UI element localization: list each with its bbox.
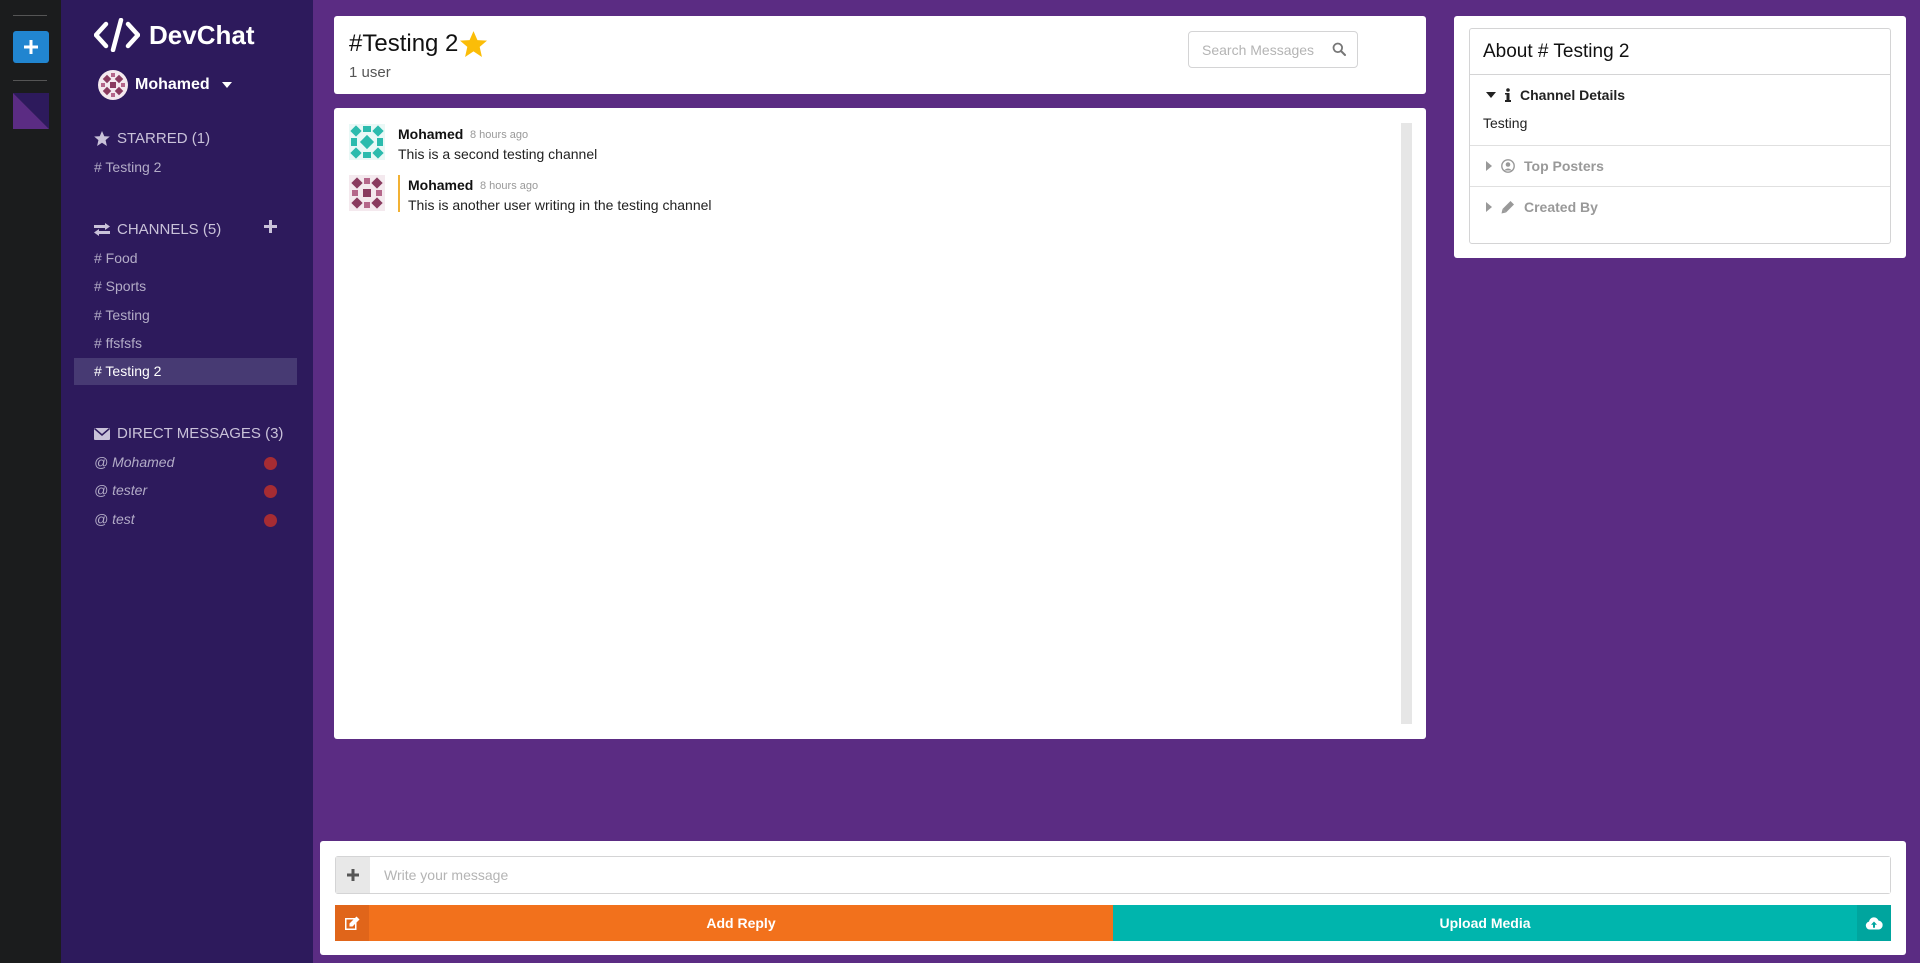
attach-button[interactable] bbox=[336, 857, 370, 893]
direct-messages-header: DIRECT MESSAGES (3) bbox=[94, 425, 283, 442]
messages-scrollbar[interactable] bbox=[1401, 123, 1412, 724]
message-author: Mohamed bbox=[408, 177, 474, 193]
about-title: About # Testing 2 bbox=[1470, 29, 1890, 75]
accordion-label: Channel Details bbox=[1520, 87, 1626, 103]
rail-divider bbox=[13, 80, 47, 81]
channel-details-content: Testing bbox=[1483, 115, 1528, 131]
own-message-marker bbox=[398, 175, 400, 212]
color-rail bbox=[0, 0, 61, 963]
caret-right-icon bbox=[1486, 202, 1492, 212]
search-box bbox=[1188, 31, 1358, 68]
starred-header: STARRED (1) bbox=[94, 130, 210, 147]
add-reply-label: Add Reply bbox=[706, 915, 776, 931]
message-author: Mohamed bbox=[398, 126, 464, 142]
starred-item-testing-2[interactable]: # Testing 2 bbox=[74, 154, 297, 181]
message-time: 8 hours ago bbox=[480, 180, 539, 192]
channels-label: CHANNELS (5) bbox=[117, 221, 222, 238]
edit-icon bbox=[344, 916, 359, 930]
channel-item-testing-2[interactable]: # Testing 2 bbox=[74, 358, 297, 385]
star-icon[interactable] bbox=[460, 31, 488, 57]
channel-item-sports[interactable]: # Sports bbox=[74, 273, 297, 300]
caret-down-icon bbox=[221, 82, 232, 88]
search-icon[interactable] bbox=[1332, 42, 1346, 56]
upload-media-label: Upload Media bbox=[1439, 915, 1531, 931]
composer-input-group bbox=[335, 856, 1891, 894]
code-icon bbox=[94, 18, 140, 52]
accordion-top-posters[interactable]: Top Posters bbox=[1470, 146, 1890, 187]
rail-divider bbox=[13, 15, 47, 16]
cloud-upload-icon bbox=[1865, 916, 1883, 929]
add-reply-button[interactable]: Add Reply bbox=[335, 905, 1113, 941]
about-accordion: About # Testing 2 Channel Details Testin… bbox=[1469, 28, 1891, 244]
search-input[interactable] bbox=[1189, 32, 1319, 67]
upload-media-button[interactable]: Upload Media bbox=[1113, 905, 1891, 941]
info-icon bbox=[1505, 88, 1511, 102]
plus-icon bbox=[24, 40, 38, 54]
brand: DevChat bbox=[94, 18, 254, 52]
dm-item-mohamed[interactable]: @ Mohamed bbox=[74, 449, 297, 476]
identicon-avatar bbox=[349, 175, 385, 211]
add-color-button[interactable] bbox=[13, 31, 49, 63]
channels-header: CHANNELS (5) bbox=[94, 221, 221, 238]
dm-item-test[interactable]: @ test bbox=[74, 506, 297, 533]
plus-icon bbox=[264, 220, 277, 233]
channel-item-ffsfsfs[interactable]: # ffsfsfs bbox=[74, 330, 297, 357]
channel-header: #Testing 2 1 user bbox=[334, 16, 1426, 94]
user-count: 1 user bbox=[349, 64, 391, 81]
message-input[interactable] bbox=[370, 857, 1890, 893]
color-swatch[interactable] bbox=[13, 93, 49, 129]
identicon-avatar bbox=[349, 124, 385, 160]
add-channel-button[interactable] bbox=[264, 220, 277, 238]
sidebar: DevChat Mohamed STARRED (1) # Testing 2 bbox=[61, 0, 313, 963]
user-menu[interactable]: Mohamed bbox=[98, 70, 232, 100]
channel-item-testing[interactable]: # Testing bbox=[74, 302, 297, 329]
user-circle-icon bbox=[1501, 159, 1515, 173]
envelope-icon bbox=[94, 427, 110, 440]
direct-messages-label: DIRECT MESSAGES (3) bbox=[117, 425, 284, 442]
pencil-icon bbox=[1501, 201, 1514, 214]
status-dot bbox=[264, 485, 277, 498]
message-text: This is another user writing in the test… bbox=[408, 197, 712, 213]
channel-about-panel: About # Testing 2 Channel Details Testin… bbox=[1454, 16, 1906, 258]
star-icon bbox=[94, 131, 110, 146]
plus-icon bbox=[347, 869, 359, 881]
exchange-icon bbox=[94, 223, 110, 236]
accordion-label: Created By bbox=[1524, 199, 1598, 215]
message-time: 8 hours ago bbox=[470, 129, 529, 141]
status-dot bbox=[264, 514, 277, 527]
messages-panel: Mohamed 8 hours ago This is a second tes… bbox=[334, 108, 1426, 739]
status-dot bbox=[264, 457, 277, 470]
identicon-avatar bbox=[98, 70, 128, 100]
starred-label: STARRED (1) bbox=[117, 130, 211, 147]
channel-item-food[interactable]: # Food bbox=[74, 245, 297, 272]
channel-title-text: #Testing 2 bbox=[349, 30, 459, 57]
caret-right-icon bbox=[1486, 161, 1492, 171]
caret-down-icon bbox=[1486, 92, 1496, 98]
channel-title: #Testing 2 bbox=[349, 30, 488, 58]
accordion-label: Top Posters bbox=[1524, 158, 1604, 174]
user-name: Mohamed bbox=[135, 76, 210, 93]
accordion-created-by[interactable]: Created By bbox=[1470, 187, 1890, 227]
dm-item-tester[interactable]: @ tester bbox=[74, 477, 297, 504]
message-text: This is a second testing channel bbox=[398, 146, 598, 162]
accordion-channel-details[interactable]: Channel Details Testing bbox=[1470, 75, 1890, 146]
message-composer: Add Reply Upload Media bbox=[320, 841, 1906, 955]
brand-name: DevChat bbox=[149, 19, 255, 50]
